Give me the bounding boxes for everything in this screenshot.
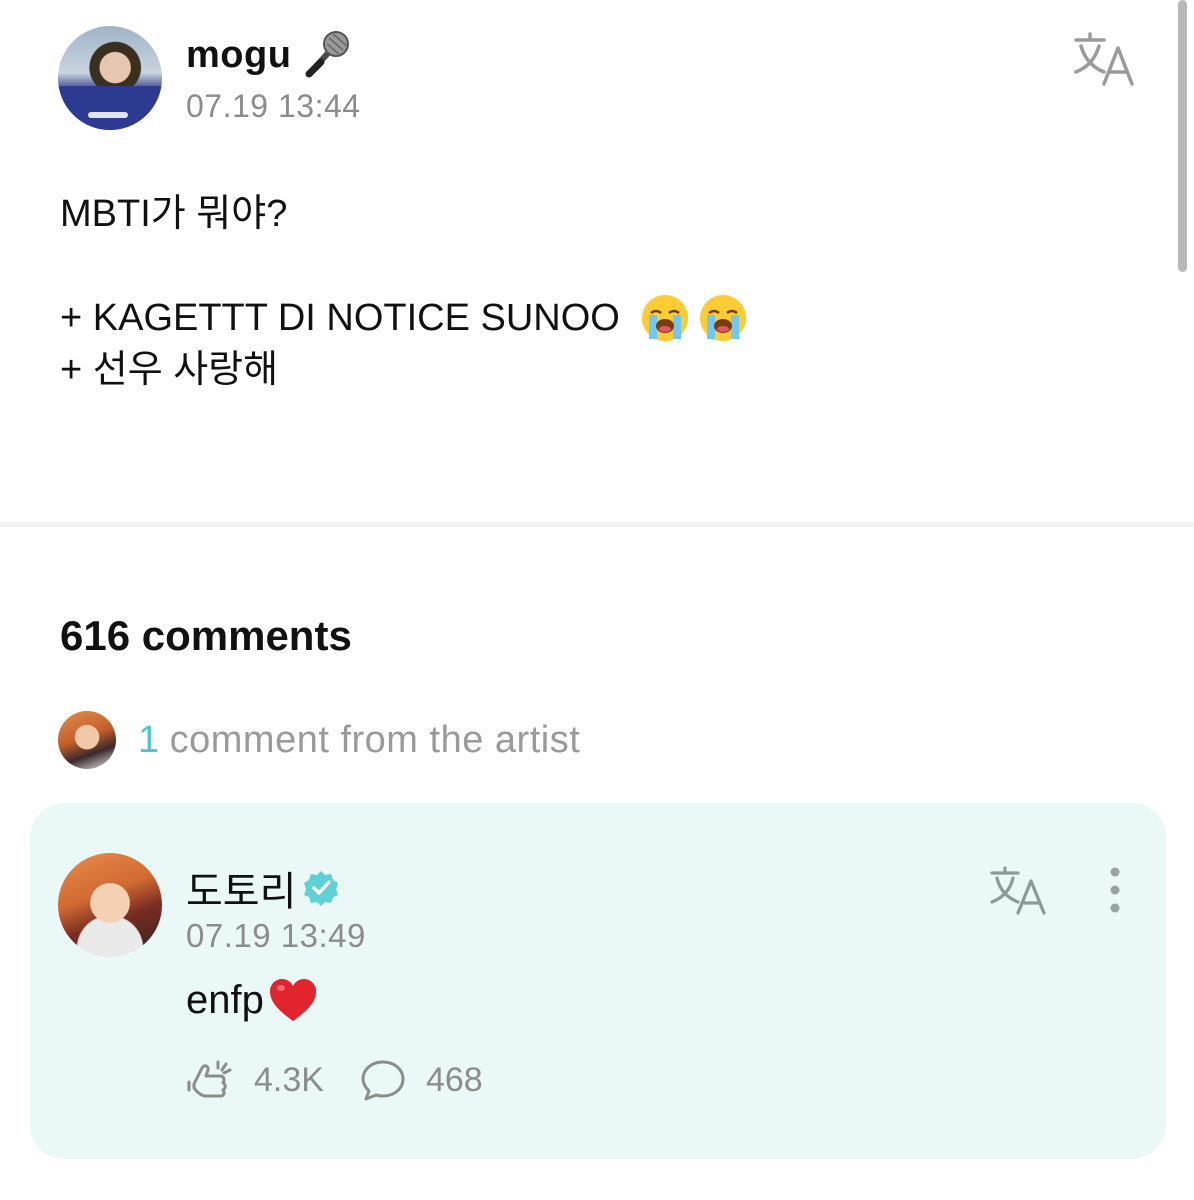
artist-comment-text: enfp (186, 977, 264, 1022)
post-line: MBTI가 뭐야? (60, 193, 288, 235)
post-body: MBTI가 뭐야? + KAGETTT DI NOTICE SUNOO + 선우… (60, 188, 748, 396)
post-author-avatar[interactable] (58, 26, 162, 130)
loudly-crying-face-icon (699, 295, 746, 341)
artist-comments-filter[interactable]: 1 comment from the artist (58, 710, 580, 770)
cheer-count: 4.3K (254, 1060, 324, 1099)
post-line-text: + KAGETTT DI NOTICE SUNOO (60, 297, 620, 339)
red-heart-icon (269, 979, 316, 1021)
post-line: + 선우 사랑해 (60, 349, 279, 391)
more-options-icon[interactable] (1100, 865, 1130, 915)
post-line-blank (60, 240, 748, 292)
post-detail-screen: mogu 07.19 13:44 MBTI가 뭐야? + KAGETTT DI … (0, 0, 1194, 1200)
reply-bubble-icon[interactable] (358, 1058, 408, 1102)
reply-count: 468 (425, 1060, 483, 1099)
translate-icon[interactable] (1070, 30, 1140, 90)
artist-comment-card[interactable]: 도토리 07.19 13:49 enfp 4.3K 468 (30, 803, 1166, 1159)
artist-comments-label: 1 comment from the artist (138, 719, 580, 762)
cheer-icon[interactable] (186, 1058, 236, 1102)
section-divider (0, 522, 1194, 527)
artist-author-row[interactable]: 도토리 (186, 859, 340, 917)
post-line: + KAGETTT DI NOTICE SUNOO (60, 292, 748, 344)
loudly-crying-face-icon (641, 295, 688, 341)
microphone-icon (305, 31, 350, 78)
artist-comment-body: enfp (186, 975, 320, 1025)
artist-author-name[interactable]: 도토리 (186, 859, 296, 917)
scrollbar[interactable] (1178, 0, 1187, 272)
post-timestamp: 07.19 13:44 (186, 88, 361, 124)
artist-mini-avatar (58, 711, 116, 769)
translate-icon[interactable] (988, 865, 1050, 917)
post-author-row[interactable]: mogu (186, 28, 353, 82)
artist-comment-text: comment from the artist (169, 718, 581, 761)
artist-avatar[interactable] (58, 853, 162, 957)
artist-comment-timestamp: 07.19 13:49 (186, 917, 366, 954)
verified-badge-icon (304, 871, 339, 906)
comment-actions: 4.3K 468 (186, 1055, 483, 1105)
comments-count-heading: 616 comments (60, 612, 352, 659)
post-author-name[interactable]: mogu (186, 34, 291, 77)
artist-comment-count: 1 (138, 718, 160, 761)
